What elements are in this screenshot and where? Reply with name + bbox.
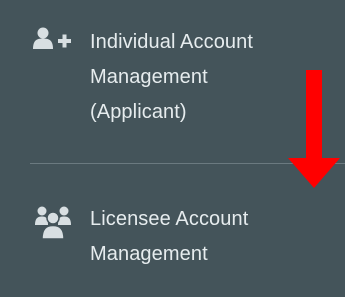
menu-item-licensee-account-management[interactable]: Licensee Account Management — [0, 180, 345, 297]
label-line: Individual Account — [90, 31, 254, 53]
label-line: Management — [90, 243, 208, 265]
menu-item-label: Licensee Account Management — [90, 202, 248, 272]
users-group-icon — [35, 206, 71, 239]
label-line: Management — [90, 66, 208, 88]
label-line: (Applicant) — [90, 101, 187, 123]
label-line: Licensee Account — [90, 208, 249, 230]
user-plus-icon — [33, 27, 71, 49]
menu-item-label: Individual Account Management (Applicant… — [90, 25, 253, 130]
down-arrow-icon — [288, 70, 340, 188]
sidebar-panel: Individual Account Management (Applicant… — [0, 0, 345, 297]
